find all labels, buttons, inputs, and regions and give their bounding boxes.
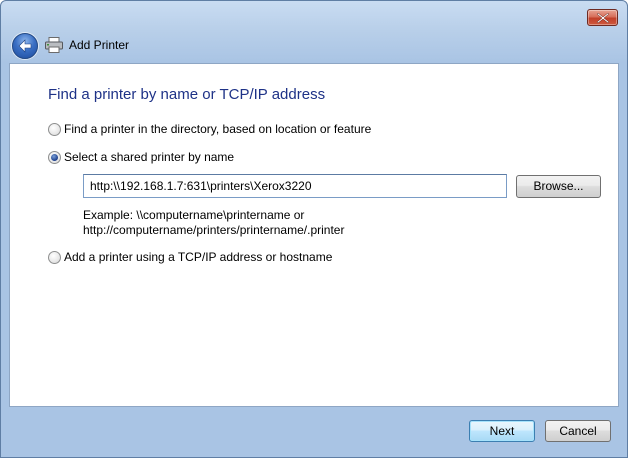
cancel-button[interactable]: Cancel xyxy=(545,420,611,442)
browse-button[interactable]: Browse... xyxy=(516,175,601,198)
close-button[interactable] xyxy=(587,9,618,26)
shared-printer-input[interactable] xyxy=(83,174,507,198)
back-arrow-icon xyxy=(18,39,32,53)
close-icon xyxy=(597,13,609,23)
example-text: Example: \\computername\printername or h… xyxy=(83,208,344,238)
add-printer-window: Add Printer Find a printer by name or TC… xyxy=(0,0,628,458)
wizard-header: Add Printer xyxy=(9,31,619,63)
radio-find-in-directory[interactable] xyxy=(48,123,61,136)
wizard-content: Find a printer by name or TCP/IP address… xyxy=(9,63,619,407)
back-button[interactable] xyxy=(12,33,38,59)
example-line-2: http://computername/printers/printername… xyxy=(83,223,345,237)
example-line-1: Example: \\computername\printername or xyxy=(83,208,305,222)
next-button[interactable]: Next xyxy=(469,420,535,442)
radio-tcpip-address[interactable] xyxy=(48,251,61,264)
radio-select-shared-printer[interactable] xyxy=(48,151,61,164)
window-title: Add Printer xyxy=(69,38,130,52)
option-label: Find a printer in the directory, based o… xyxy=(64,122,372,136)
option-label: Add a printer using a TCP/IP address or … xyxy=(64,250,333,264)
page-title: Find a printer by name or TCP/IP address xyxy=(48,86,326,103)
printer-icon xyxy=(45,37,63,53)
option-label: Select a shared printer by name xyxy=(64,150,235,164)
